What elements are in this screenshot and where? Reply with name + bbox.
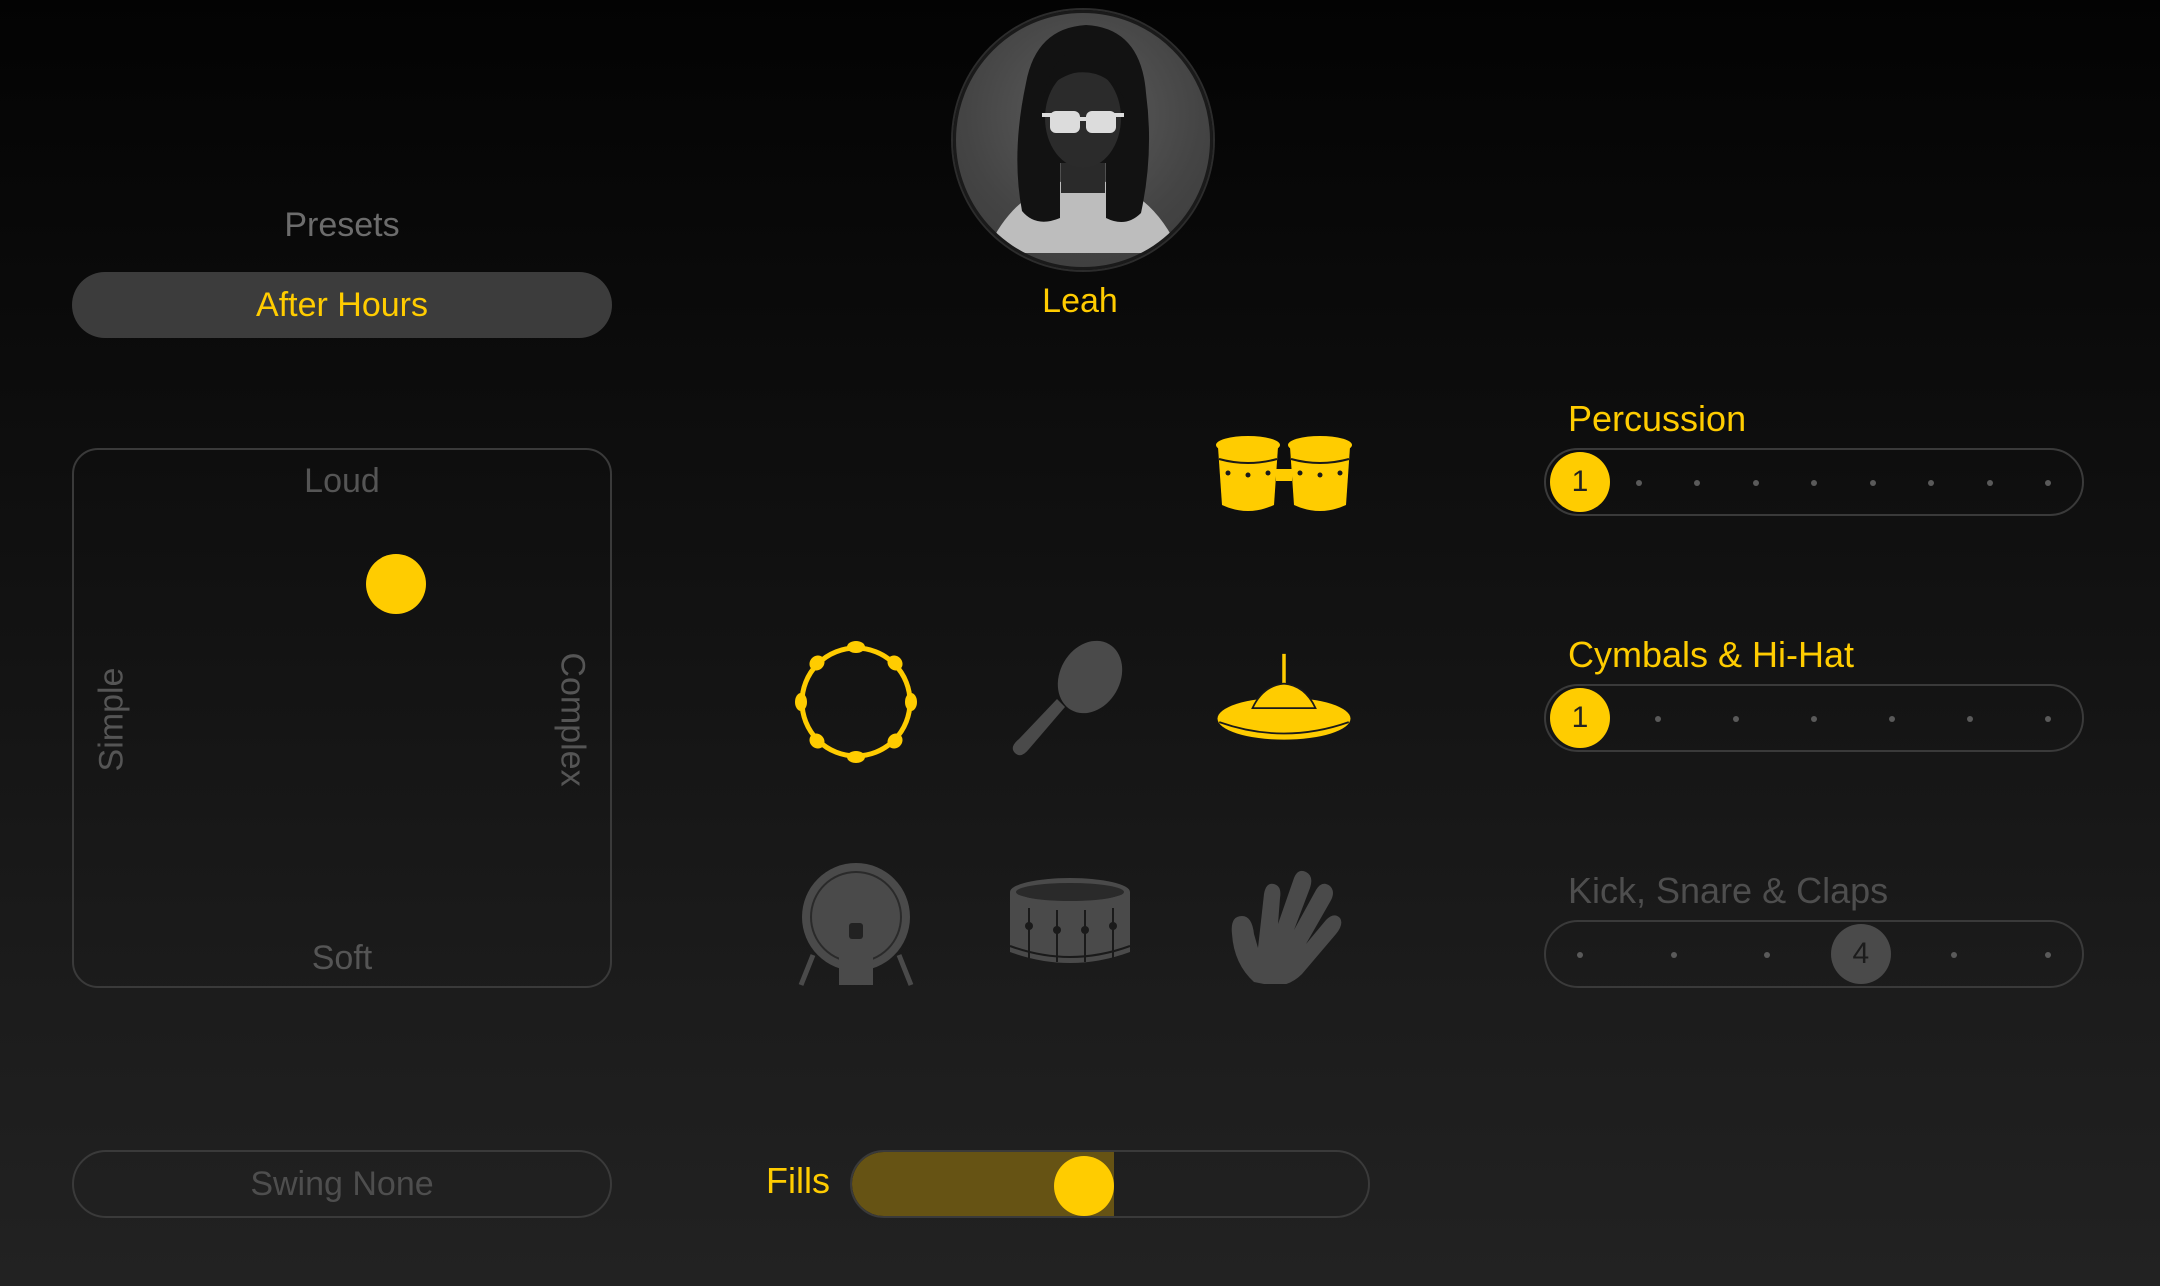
pad-label-complex: Complex <box>553 652 592 787</box>
fills-slider[interactable] <box>850 1150 1370 1218</box>
preset-selector-button[interactable]: After Hours <box>72 272 612 338</box>
cymbal-icon <box>1217 653 1351 740</box>
complexity-loudness-pad[interactable]: Loud Soft Simple Complex <box>72 448 612 988</box>
step-dot[interactable] <box>1655 716 1661 722</box>
congas-icon <box>1216 436 1352 511</box>
step-dot[interactable] <box>2045 480 2051 486</box>
pad-label-loud: Loud <box>304 462 380 500</box>
drummer-name[interactable]: Leah <box>980 282 1180 321</box>
step-slider-knob[interactable]: 1 <box>1550 452 1610 512</box>
step-dot[interactable] <box>1967 716 1973 722</box>
drummer-avatar[interactable] <box>953 10 1213 270</box>
step-dot[interactable] <box>1928 480 1934 486</box>
pad-puck[interactable] <box>365 554 426 614</box>
step-slider-knob[interactable]: 1 <box>1550 688 1610 748</box>
congas-button[interactable] <box>1214 408 1354 548</box>
fills-label: Fills <box>766 1160 830 1201</box>
step-dot[interactable] <box>2045 952 2051 958</box>
step-slider[interactable]: 1 <box>1544 684 2084 752</box>
hand-clap-icon <box>1231 870 1342 984</box>
pad-label-soft: Soft <box>311 939 373 977</box>
slider-label: Cymbals & Hi-Hat <box>1568 634 1855 675</box>
shaker-icon <box>1012 640 1123 756</box>
cymbal-button[interactable] <box>1214 632 1354 772</box>
pad-label-simple: Simple <box>92 667 131 772</box>
step-dot[interactable] <box>1811 480 1817 486</box>
slider-label: Percussion <box>1568 398 1747 439</box>
snare-drum-icon <box>1009 878 1131 963</box>
kick-drum-button[interactable] <box>786 854 926 994</box>
snare-drum-button[interactable] <box>1000 854 1140 994</box>
step-dot[interactable] <box>1951 952 1958 958</box>
shaker-button[interactable] <box>1000 632 1140 772</box>
step-slider[interactable]: 4 <box>1544 920 2084 988</box>
drummer-portrait-icon <box>986 25 1180 253</box>
slider-label: Kick, Snare & Claps <box>1568 870 1889 911</box>
step-dot[interactable] <box>1869 480 1876 486</box>
step-slider-knob[interactable]: 4 <box>1830 924 1891 984</box>
presets-label: Presets <box>284 206 400 244</box>
step-dot[interactable] <box>1764 952 1771 958</box>
step-dot[interactable] <box>1752 480 1759 486</box>
step-dot[interactable] <box>1577 952 1583 958</box>
kick-drum-icon <box>798 863 914 986</box>
step-slider[interactable]: 1 <box>1544 448 2084 516</box>
step-dot[interactable] <box>1694 480 1700 486</box>
step-dot[interactable] <box>1811 716 1817 722</box>
clap-button[interactable] <box>1214 854 1354 994</box>
step-dot[interactable] <box>2045 716 2051 722</box>
step-dot[interactable] <box>1986 480 1993 486</box>
swing-button[interactable]: Swing None <box>72 1150 612 1218</box>
step-dot[interactable] <box>1670 952 1677 958</box>
step-dot[interactable] <box>1635 480 1642 486</box>
tambourine-button[interactable] <box>786 632 926 772</box>
step-dot[interactable] <box>1733 716 1739 722</box>
step-dot[interactable] <box>1889 716 1895 722</box>
fills-slider-thumb[interactable] <box>1054 1156 1115 1216</box>
tambourine-icon <box>795 641 917 763</box>
